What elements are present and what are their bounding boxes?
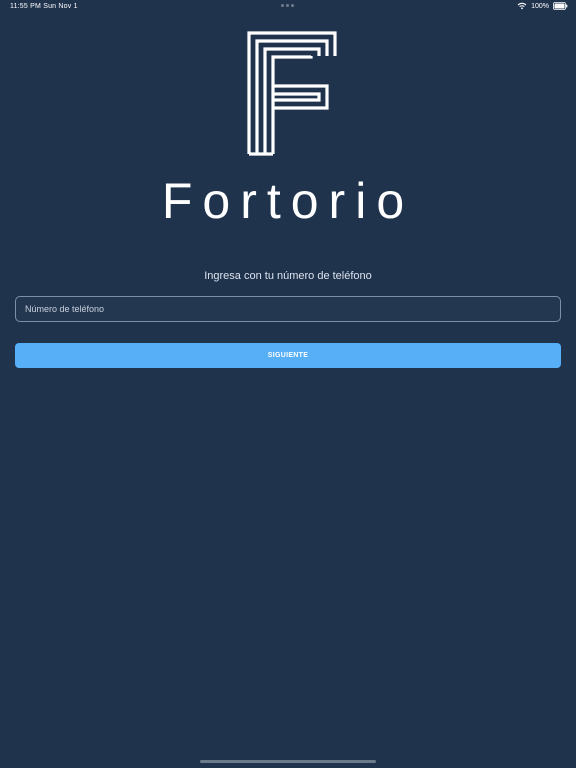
phone-number-input[interactable] xyxy=(23,303,553,315)
status-time: 11:55 PM xyxy=(10,3,42,10)
multitasking-dot xyxy=(285,4,289,7)
status-bar: 11:55 PM Sun Nov 1 100% xyxy=(0,0,576,14)
next-button[interactable]: SIGUIENTE xyxy=(15,343,561,368)
multitasking-dot xyxy=(290,4,294,7)
battery-percentage: 100% xyxy=(531,2,549,10)
fortorio-logo-icon xyxy=(247,31,337,156)
status-time-date: 11:55 PM Sun Nov 1 xyxy=(10,3,78,10)
multitasking-dot xyxy=(280,4,284,7)
home-indicator xyxy=(200,760,376,763)
multitasking-indicator xyxy=(276,4,298,7)
login-subtitle: Ingresa con tu número de teléfono xyxy=(204,270,372,282)
status-icons: 100% xyxy=(517,2,568,10)
phone-number-field[interactable] xyxy=(15,296,561,322)
wifi-icon xyxy=(517,2,527,10)
status-date: Sun Nov 1 xyxy=(43,3,78,10)
battery-icon xyxy=(553,2,568,10)
brand-name: Fortorio xyxy=(161,173,415,229)
